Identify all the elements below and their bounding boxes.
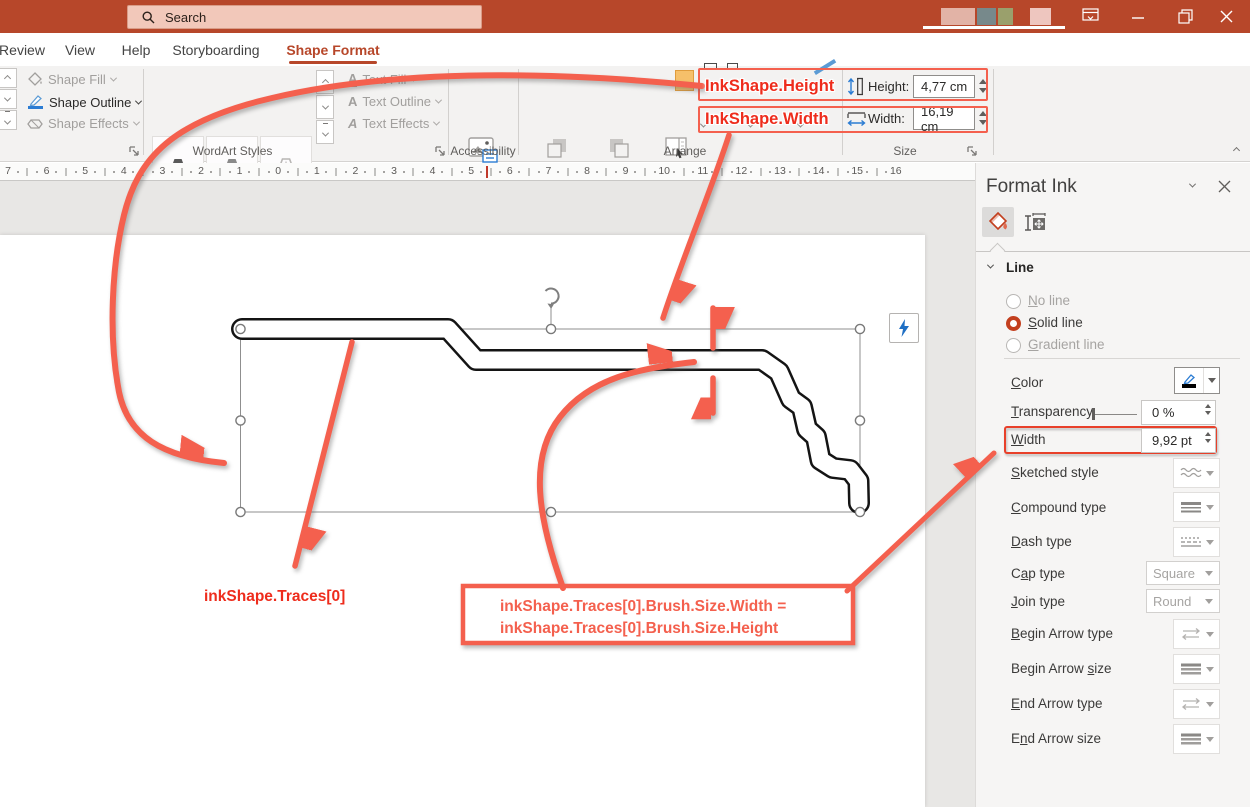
handle-bottom-center[interactable] <box>546 507 555 516</box>
rotate-handle-icon[interactable] <box>546 289 559 310</box>
handle-top-center[interactable] <box>546 324 555 333</box>
handle-bottom-left[interactable] <box>236 507 245 516</box>
handle-top-right[interactable] <box>855 324 864 333</box>
handle-top-left[interactable] <box>236 324 245 333</box>
handle-bottom-right[interactable] <box>855 507 864 516</box>
ink-shape[interactable] <box>242 329 859 503</box>
handle-middle-left[interactable] <box>236 416 245 425</box>
handle-middle-right[interactable] <box>855 416 864 425</box>
ink-shape-canvas <box>0 0 1250 807</box>
